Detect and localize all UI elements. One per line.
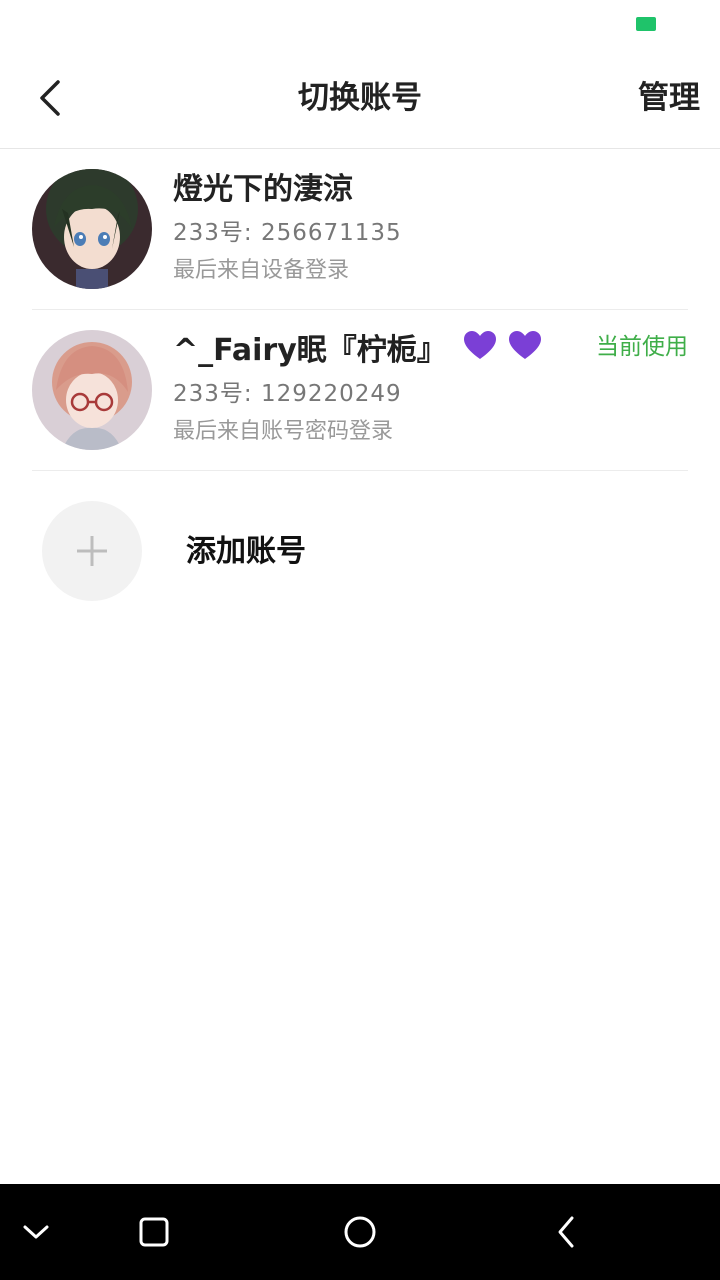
system-back-button[interactable] [542, 1208, 590, 1256]
plus-icon [77, 536, 107, 566]
system-navigation-bar [0, 1184, 720, 1280]
header: 切换账号 管理 [0, 48, 720, 149]
account-name: 燈光下的淒涼 [173, 172, 353, 207]
recents-button[interactable] [130, 1208, 178, 1256]
avatar [32, 169, 152, 289]
purple-heart-icon [508, 330, 541, 359]
account-item[interactable]: 燈光下的淒涼 233号: 256671135 最后来自设备登录 [32, 149, 688, 310]
avatar [32, 330, 152, 450]
account-item[interactable]: ^_Fairy眠『柠栀』 当前使用 233号: 129220249 最后来自账号… [32, 310, 688, 471]
battery-icon [636, 17, 656, 31]
manage-button[interactable]: 管理 [638, 76, 700, 120]
page-title: 切换账号 [298, 80, 422, 116]
collapse-icon [23, 1225, 49, 1239]
current-account-badge: 当前使用 [596, 334, 688, 360]
login-method: 最后来自账号密码登录 [173, 419, 394, 444]
account-uid: 233号: 256671135 [173, 220, 402, 246]
account-name: ^_Fairy眠『柠栀』 [173, 330, 542, 373]
home-icon [344, 1216, 376, 1248]
home-button[interactable] [336, 1208, 384, 1256]
account-list: 燈光下的淒涼 233号: 256671135 最后来自设备登录 ^_Fairy眠… [0, 149, 720, 471]
heart-badges [463, 330, 541, 373]
add-account-label: 添加账号 [186, 534, 306, 569]
account-name-text: ^_Fairy眠『柠栀』 [173, 333, 447, 368]
collapse-button[interactable] [12, 1208, 60, 1256]
back-icon [558, 1216, 574, 1248]
add-account-button[interactable]: 添加账号 [0, 471, 720, 631]
login-method: 最后来自设备登录 [173, 258, 350, 283]
status-bar [0, 0, 720, 48]
recents-icon [139, 1217, 169, 1247]
add-account-circle [42, 501, 142, 601]
account-uid: 233号: 129220249 [173, 381, 402, 407]
purple-heart-icon [464, 330, 497, 359]
